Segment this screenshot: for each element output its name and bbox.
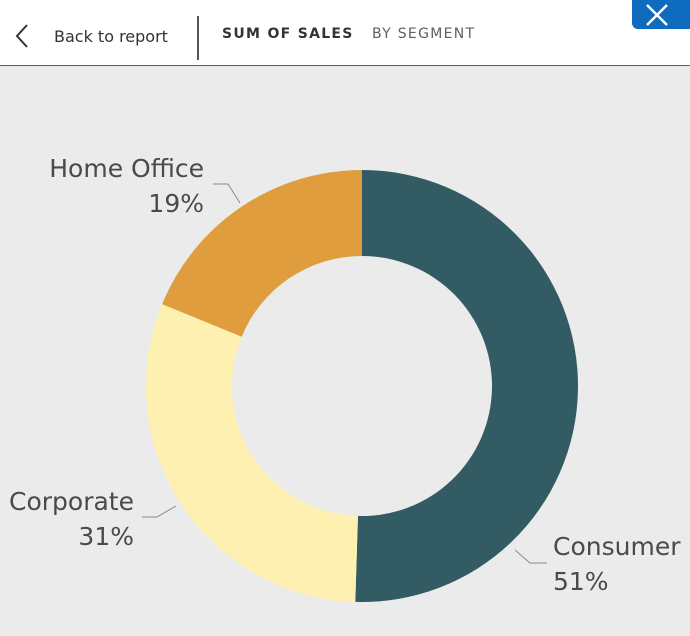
close-button[interactable]: [632, 0, 690, 29]
back-to-report-button[interactable]: Back to report: [14, 22, 168, 50]
slice-percent-consumer: 51%: [553, 567, 609, 596]
slice-corporate[interactable]: [146, 304, 358, 602]
donut-slices: [146, 169, 578, 603]
slice-percent-corporate: 31%: [78, 522, 134, 551]
tab-by-segment[interactable]: BY SEGMENT: [372, 26, 475, 42]
header-divider: [197, 16, 199, 60]
donut-chart: Consumer 51% Corporate 31% Home Office 19%: [9, 154, 681, 603]
tab-sum-of-sales[interactable]: SUM OF SALES: [222, 26, 354, 42]
slice-label-corporate: Corporate: [9, 487, 134, 516]
slice-label-home-office: Home Office: [49, 154, 204, 183]
back-to-report-label: Back to report: [54, 26, 168, 46]
slice-percent-home-office: 19%: [148, 189, 204, 218]
header-bar: Back to report SUM OF SALES BY SEGMENT: [0, 0, 690, 66]
leader-line-home-office: [213, 183, 241, 204]
leader-line-consumer: [514, 549, 547, 564]
slice-label-consumer: Consumer: [553, 532, 681, 561]
leader-line-corporate: [142, 505, 177, 518]
chevron-left-icon: [15, 24, 28, 48]
chart-canvas: Consumer 51% Corporate 31% Home Office 19%: [0, 66, 690, 636]
close-icon: [646, 4, 668, 26]
slice-consumer[interactable]: [355, 170, 578, 603]
